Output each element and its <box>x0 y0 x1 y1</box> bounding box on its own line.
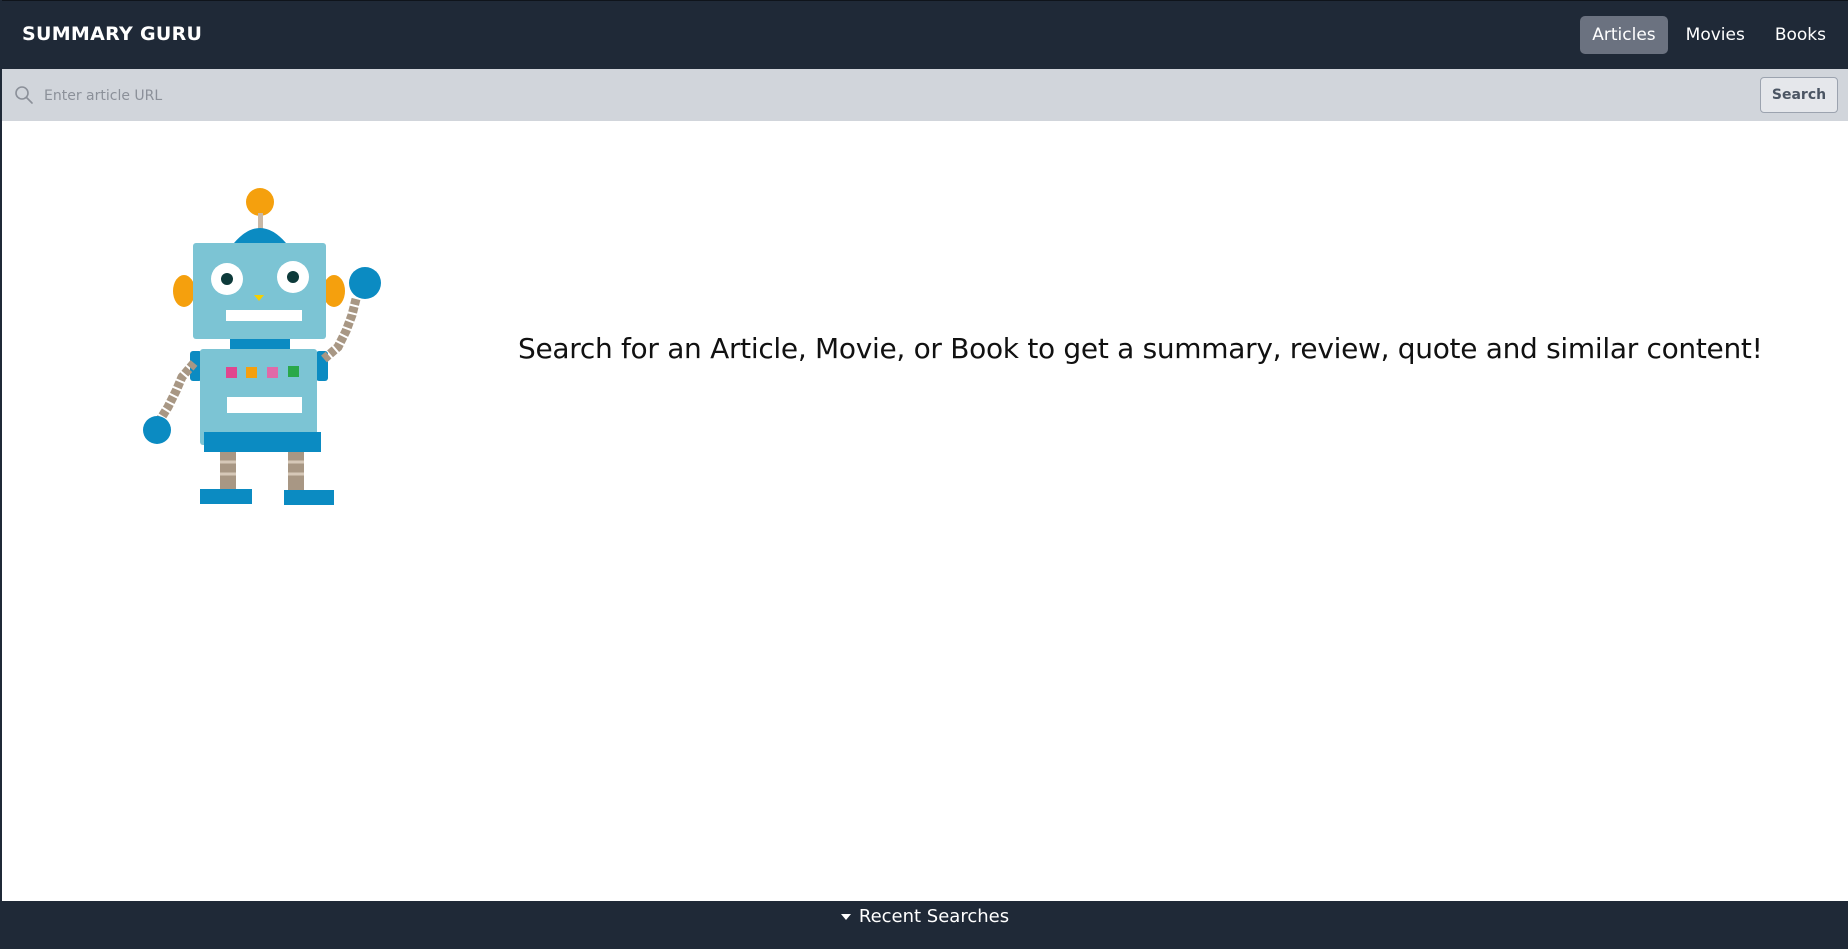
caret-down-icon <box>840 913 851 920</box>
robot-illustration <box>143 188 381 505</box>
tab-articles[interactable]: Articles <box>1580 16 1668 54</box>
recent-searches-bar: Recent Searches <box>2 901 1848 949</box>
tab-books[interactable]: Books <box>1763 16 1838 54</box>
recent-searches-toggle[interactable]: Recent Searches <box>840 906 1010 927</box>
hero-message: Search for an Article, Movie, or Book to… <box>518 332 1763 365</box>
search-button[interactable]: Search <box>1760 77 1838 113</box>
search-bar: Search <box>2 69 1848 121</box>
nav-tabs: Articles Movies Books <box>1580 16 1838 54</box>
tab-movies[interactable]: Movies <box>1674 16 1757 54</box>
search-icon <box>15 86 33 104</box>
main-content: Search for an Article, Movie, or Book to… <box>2 121 1848 901</box>
search-input[interactable] <box>42 79 1746 113</box>
recent-searches-label: Recent Searches <box>858 906 1010 927</box>
brand-logo[interactable]: SUMMARY GURU <box>22 23 202 45</box>
app-window: SUMMARY GURU Articles Movies Books Searc… <box>0 0 1848 949</box>
top-navbar: SUMMARY GURU Articles Movies Books <box>2 0 1848 69</box>
